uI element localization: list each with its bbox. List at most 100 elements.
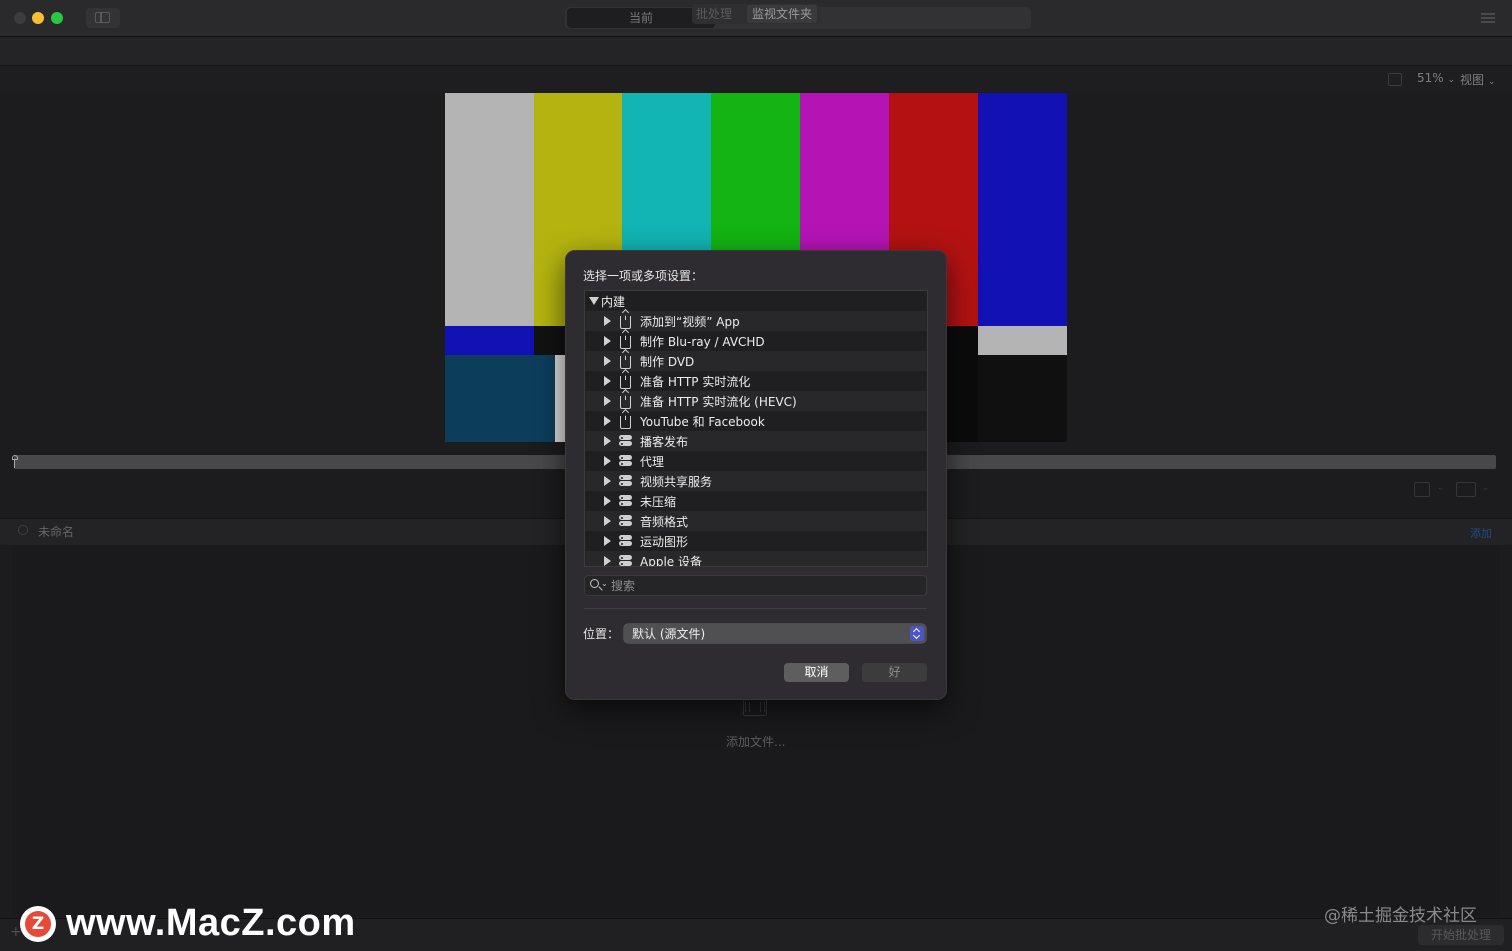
group-icon (619, 455, 632, 467)
popup-chevron-icon (910, 626, 924, 641)
list-item[interactable]: 准备 HTTP 实时流化 (HEVC) (585, 390, 927, 411)
disclosure-triangle-icon[interactable] (604, 516, 611, 526)
list-item-label: 代理 (640, 455, 665, 469)
watermark-logo: Z (20, 906, 56, 942)
disclosure-triangle-icon[interactable] (604, 376, 611, 386)
list-item[interactable]: 添加到“视频” App (585, 310, 927, 331)
group-icon (619, 555, 632, 566)
zoom-menu[interactable]: 51% ⌄ (1417, 71, 1455, 85)
zoom-level: 51% (1417, 71, 1444, 85)
close-window-button[interactable] (14, 12, 26, 24)
tab-batch[interactable]: 批处理 (696, 4, 732, 24)
batch-gear-icon (18, 525, 28, 535)
color-bar-1 (445, 93, 534, 326)
film-icon (743, 699, 767, 716)
group-icon (619, 535, 632, 547)
bar-bottom-gray (978, 326, 1067, 355)
tab-watch-folders[interactable]: 监视文件夹 (747, 5, 818, 23)
list-item[interactable]: 视频共享服务 (585, 471, 927, 491)
group-icon (619, 495, 632, 507)
search-icon (590, 579, 599, 588)
dialog-prompt: 选择一项或多项设置： (583, 269, 704, 283)
list-item[interactable]: Apple 设备 (585, 551, 927, 567)
minimize-window-button[interactable] (32, 12, 44, 24)
add-button[interactable]: 添加 (1470, 525, 1492, 541)
disclosure-open-icon[interactable] (589, 297, 599, 305)
list-item-label: 准备 HTTP 实时流化 (HEVC) (640, 395, 797, 409)
watermark-credit: @稀土掘金技术社区 (1324, 906, 1477, 926)
disclosure-triangle-icon[interactable] (604, 556, 611, 566)
location-value: 默认 (源文件) (632, 627, 706, 641)
list-item[interactable]: 播客发布 (585, 431, 927, 451)
viewer-overlay-icon[interactable] (1388, 73, 1402, 86)
share-icon (620, 370, 631, 389)
disclosure-triangle-icon[interactable] (604, 316, 611, 326)
sidebar-toggle-button[interactable] (86, 8, 120, 28)
search-input[interactable] (611, 576, 911, 595)
divider (584, 608, 927, 609)
group-icon (619, 475, 632, 487)
playhead-handle[interactable] (12, 455, 18, 468)
list-item-label: 制作 DVD (640, 355, 695, 369)
list-item[interactable]: 准备 HTTP 实时流化 (585, 370, 927, 391)
share-icon (620, 350, 631, 369)
watermark-logo-letter: Z (25, 911, 51, 937)
zoom-window-button[interactable] (51, 12, 63, 24)
watermark-site: www.MacZ.com (66, 902, 356, 944)
viewer-toolbar (0, 66, 1512, 92)
list-item-label: 未压缩 (640, 495, 677, 509)
tab-segment-3[interactable] (869, 7, 1029, 29)
share-icon (620, 310, 631, 329)
chevron-down-icon: ⌄ (1487, 77, 1496, 87)
sidebar-icon (95, 12, 110, 23)
disclosure-triangle-icon[interactable] (604, 336, 611, 346)
display-icon[interactable] (1456, 482, 1476, 497)
list-item[interactable]: 制作 DVD (585, 350, 927, 371)
group-icon (619, 515, 632, 527)
list-item-label: 运动图形 (640, 535, 689, 549)
ok-button[interactable]: 好 (862, 663, 927, 682)
location-select[interactable]: 默认 (源文件) (624, 624, 926, 643)
list-item-label: 准备 HTTP 实时流化 (640, 375, 751, 389)
tree-root-builtin[interactable]: 内建 (585, 291, 927, 311)
list-item[interactable]: 运动图形 (585, 531, 927, 551)
group-icon (619, 435, 632, 447)
disclosure-triangle-icon[interactable] (604, 496, 611, 506)
list-item[interactable]: 未压缩 (585, 491, 927, 511)
disclosure-triangle-icon[interactable] (604, 476, 611, 486)
color-bar-7 (978, 93, 1067, 326)
marker-icon[interactable] (1414, 482, 1430, 497)
view-menu[interactable]: 视图 ⌄ (1460, 71, 1495, 88)
disclosure-triangle-icon[interactable] (604, 436, 611, 446)
chevron-down-icon: ⌄ (601, 579, 608, 588)
chevron-down-icon: ⌄ (1482, 483, 1490, 493)
mode-bar (0, 37, 1512, 66)
list-item-label: Apple 设备 (640, 555, 702, 567)
disclosure-triangle-icon[interactable] (604, 456, 611, 466)
list-item[interactable]: 音频格式 (585, 511, 927, 531)
bar-bottom-white (555, 355, 565, 442)
share-icon (620, 330, 631, 349)
add-file-link[interactable]: 添加文件... (726, 733, 785, 750)
list-item-label: 音频格式 (640, 515, 689, 529)
chevron-down-icon: ⌄ (1447, 75, 1456, 85)
inspector-toggle-button[interactable] (1477, 9, 1499, 27)
disclosure-triangle-icon[interactable] (604, 396, 611, 406)
list-item[interactable]: YouTube 和 Facebook (585, 410, 927, 431)
list-item[interactable]: 代理 (585, 451, 927, 471)
list-item[interactable]: 制作 Blu-ray / AVCHD (585, 330, 927, 351)
disclosure-triangle-icon[interactable] (604, 356, 611, 366)
bar-bottom-blue (445, 326, 534, 355)
disclosure-triangle-icon[interactable] (604, 536, 611, 546)
disclosure-triangle-icon[interactable] (604, 416, 611, 426)
location-label: 位置： (583, 627, 620, 641)
chevron-down-icon: ⌄ (1437, 483, 1445, 493)
start-batch-button[interactable]: 开始批处理 (1418, 925, 1504, 945)
bar-bottom-darkblack (978, 355, 1067, 442)
search-field[interactable]: ⌄ (584, 575, 927, 596)
batch-title: 未命名 (38, 525, 75, 539)
settings-list[interactable]: 内建 添加到“视频” App 制作 Blu-ray / AVCHD 制作 DVD 准备… (584, 290, 928, 567)
list-item-label: YouTube 和 Facebook (640, 415, 765, 429)
share-icon (620, 390, 631, 409)
cancel-button[interactable]: 取消 (784, 663, 849, 682)
